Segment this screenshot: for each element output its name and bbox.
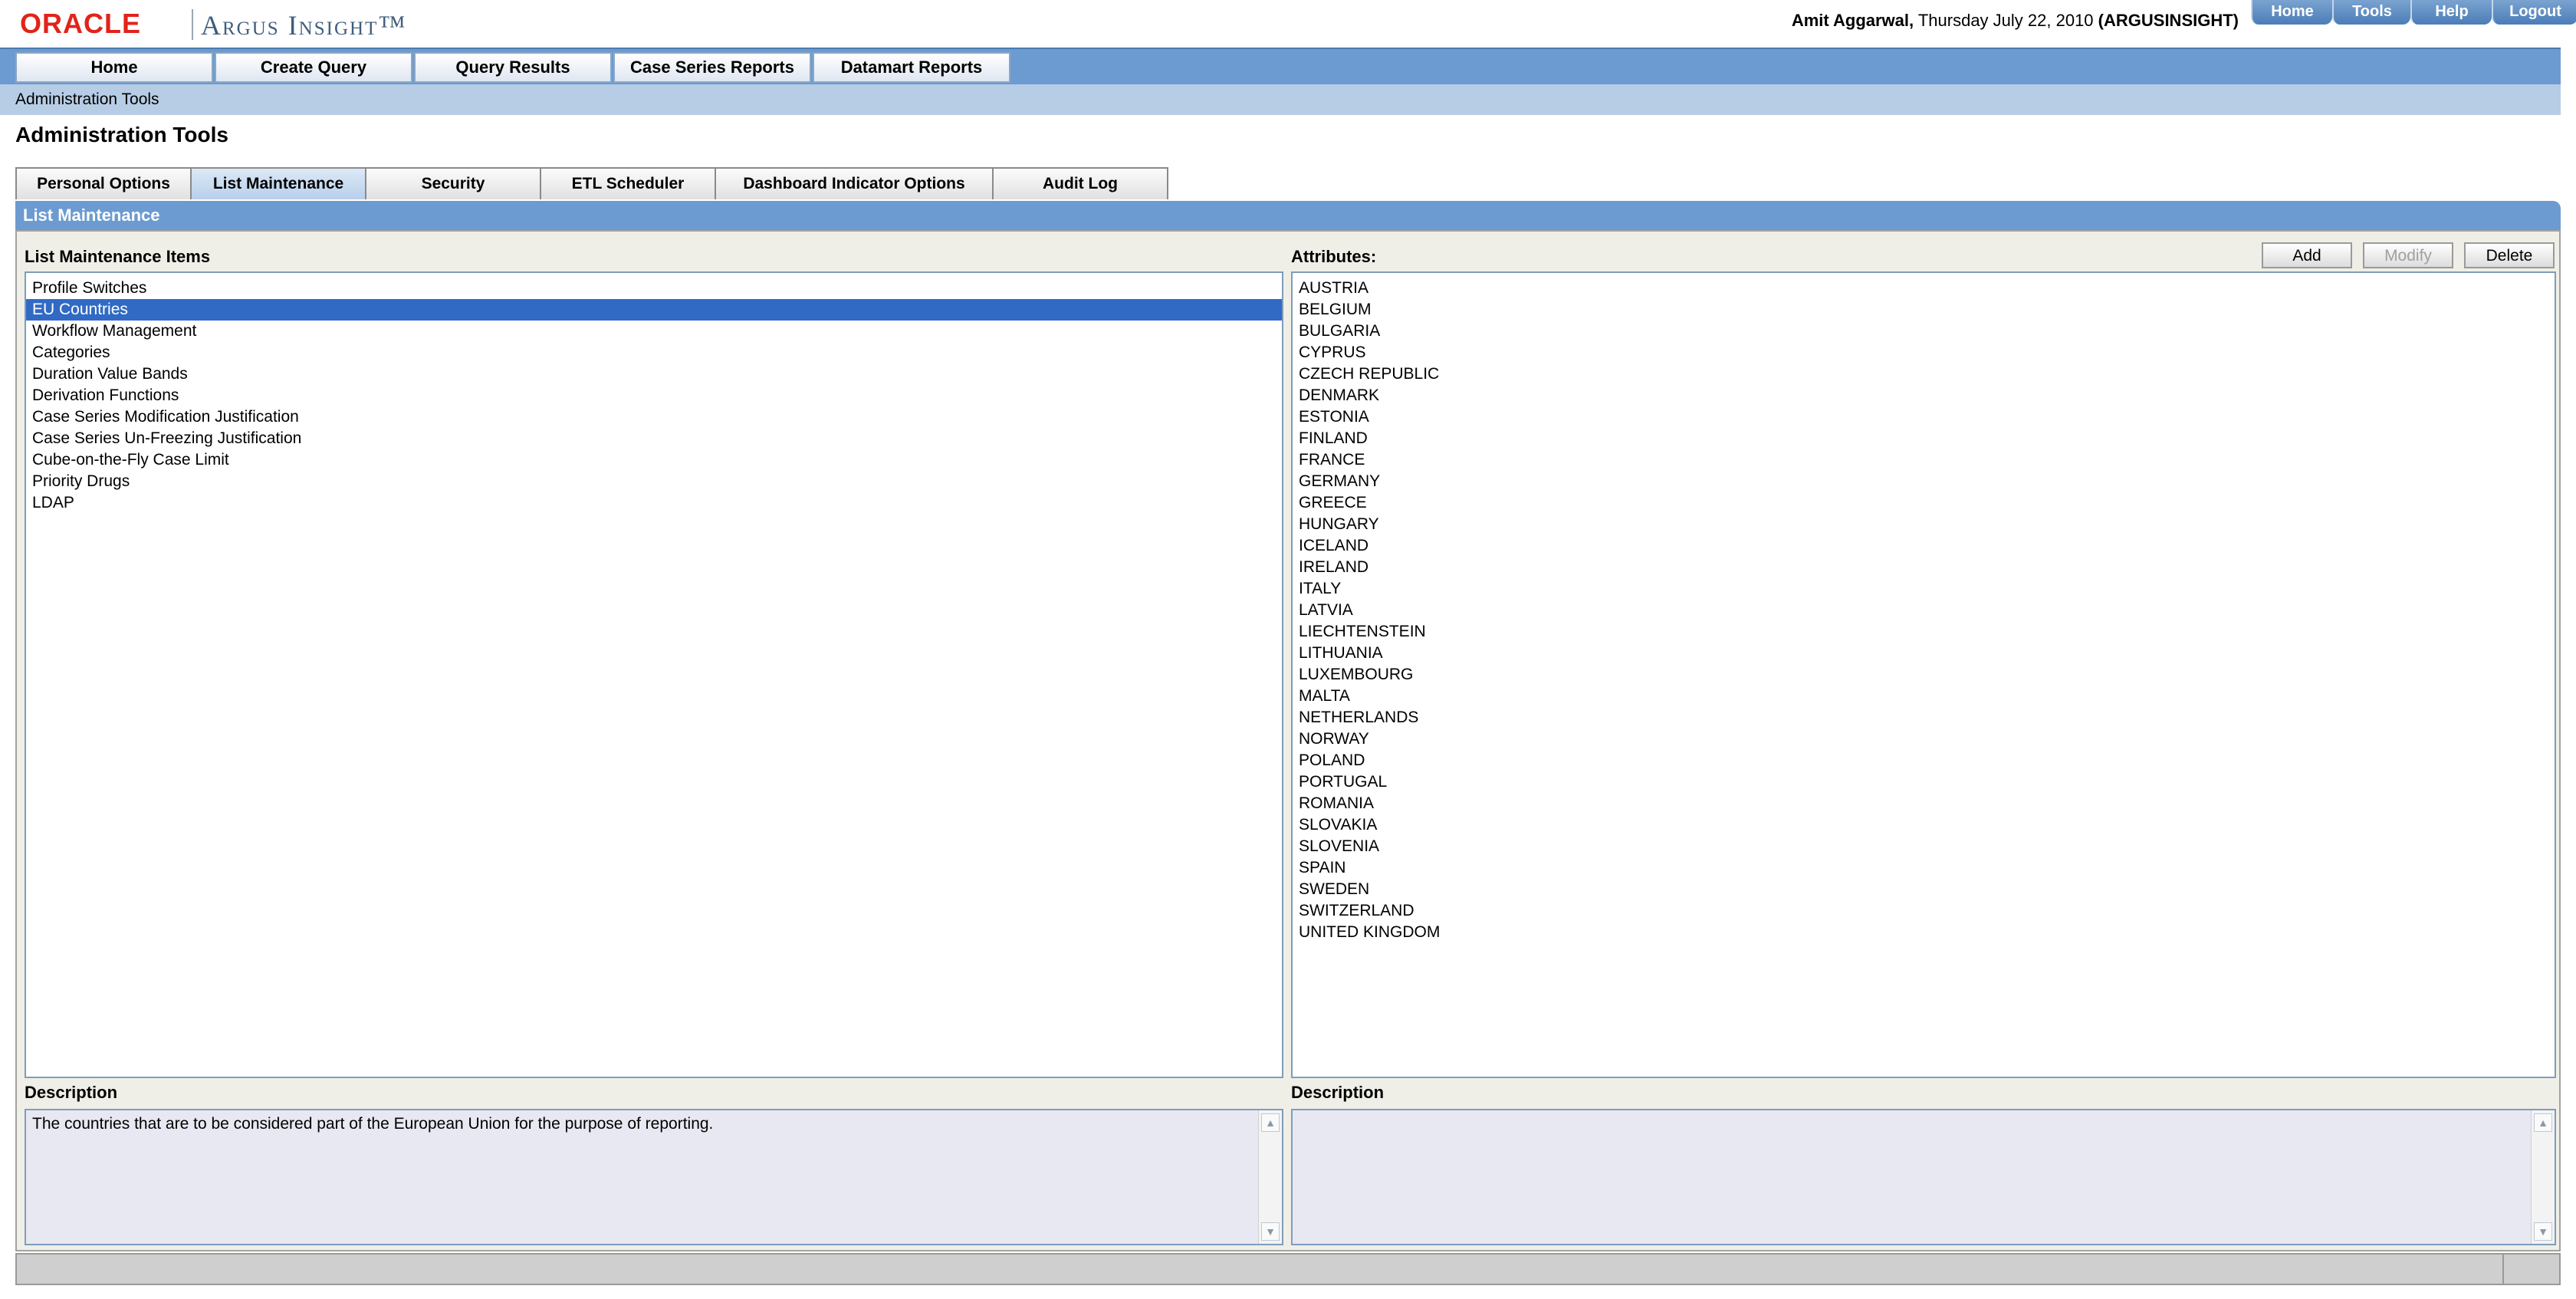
- breadcrumb-bar: [0, 84, 2561, 115]
- delete-button[interactable]: Delete: [2464, 242, 2555, 268]
- attribute-item[interactable]: MALTA: [1293, 686, 2555, 707]
- attribute-item[interactable]: FRANCE: [1293, 449, 2555, 471]
- attribute-item[interactable]: NORWAY: [1293, 728, 2555, 750]
- list-item-ldap[interactable]: LDAP: [26, 492, 1282, 514]
- logo-divider: [192, 9, 193, 40]
- left-description-label: Description: [25, 1083, 118, 1102]
- attribute-item[interactable]: LIECHTENSTEIN: [1293, 621, 2555, 643]
- attributes-list[interactable]: AUSTRIA BELGIUM BULGARIA CYPRUS CZECH RE…: [1291, 271, 2556, 1078]
- left-description-scrollbar[interactable]: ▲ ▼: [1258, 1110, 1282, 1244]
- product-logo: Argus Insight™: [201, 10, 407, 41]
- panel-title: List Maintenance: [15, 201, 2561, 230]
- add-button[interactable]: Add: [2262, 242, 2352, 268]
- scroll-down-icon[interactable]: ▼: [2534, 1222, 2552, 1241]
- attribute-item[interactable]: IRELAND: [1293, 557, 2555, 578]
- list-item-case-series-unfreezing-justification[interactable]: Case Series Un-Freezing Justification: [26, 428, 1282, 449]
- attribute-item[interactable]: ICELAND: [1293, 535, 2555, 557]
- instance-name: (ARGUSINSIGHT): [2098, 11, 2239, 30]
- attribute-item[interactable]: SPAIN: [1293, 857, 2555, 879]
- user-info: Amit Aggarwal, Thursday July 22, 2010 (A…: [1792, 11, 2239, 31]
- attribute-item[interactable]: FINLAND: [1293, 428, 2555, 449]
- tab-etl-scheduler[interactable]: ETL Scheduler: [540, 167, 716, 199]
- attribute-item[interactable]: UNITED KINGDOM: [1293, 922, 2555, 943]
- attribute-item[interactable]: HUNGARY: [1293, 514, 2555, 535]
- tab-audit-log[interactable]: Audit Log: [992, 167, 1168, 199]
- current-date: Thursday July 22, 2010: [1914, 11, 2098, 30]
- user-name: Amit Aggarwal,: [1791, 11, 1914, 30]
- main-nav: Home Create Query Query Results Case Ser…: [0, 48, 2561, 84]
- right-description-scrollbar[interactable]: ▲ ▼: [2531, 1110, 2555, 1244]
- attribute-item[interactable]: POLAND: [1293, 750, 2555, 771]
- top-links: Home Tools Help Logout: [2251, 0, 2576, 26]
- list-item-case-series-modification-justification[interactable]: Case Series Modification Justification: [26, 406, 1282, 428]
- left-description-field[interactable]: The countries that are to be considered …: [25, 1109, 1283, 1245]
- attribute-item[interactable]: SWITZERLAND: [1293, 900, 2555, 922]
- nav-create-query[interactable]: Create Query: [215, 52, 412, 83]
- right-description-label: Description: [1291, 1083, 1385, 1102]
- status-bar: [15, 1253, 2561, 1285]
- right-description-field[interactable]: ▲ ▼: [1291, 1109, 2556, 1245]
- items-label: List Maintenance Items: [25, 247, 211, 266]
- list-item-categories[interactable]: Categories: [26, 342, 1282, 363]
- top-link-help[interactable]: Help: [2410, 0, 2492, 25]
- page-title: Administration Tools: [15, 123, 228, 146]
- nav-query-results[interactable]: Query Results: [414, 52, 612, 83]
- nav-datamart-reports[interactable]: Datamart Reports: [813, 52, 1010, 83]
- list-item-workflow-management[interactable]: Workflow Management: [26, 321, 1282, 342]
- nav-case-series-reports[interactable]: Case Series Reports: [613, 52, 811, 83]
- attribute-item[interactable]: LUXEMBOURG: [1293, 664, 2555, 686]
- attribute-item[interactable]: DENMARK: [1293, 385, 2555, 406]
- left-description-text: The countries that are to be considered …: [32, 1115, 714, 1133]
- attribute-item[interactable]: BULGARIA: [1293, 321, 2555, 342]
- list-item-duration-value-bands[interactable]: Duration Value Bands: [26, 363, 1282, 385]
- scroll-up-icon[interactable]: ▲: [1261, 1113, 1280, 1132]
- items-list[interactable]: Profile Switches EU Countries Workflow M…: [25, 271, 1283, 1078]
- tab-personal-options[interactable]: Personal Options: [15, 167, 192, 199]
- tab-security[interactable]: Security: [365, 167, 541, 199]
- attribute-item[interactable]: CZECH REPUBLIC: [1293, 363, 2555, 385]
- status-bar-divider: [2502, 1255, 2504, 1284]
- attributes-label: Attributes:: [1291, 247, 1377, 266]
- attribute-item[interactable]: GREECE: [1293, 492, 2555, 514]
- attribute-item[interactable]: LATVIA: [1293, 600, 2555, 621]
- list-item-derivation-functions[interactable]: Derivation Functions: [26, 385, 1282, 406]
- scroll-up-icon[interactable]: ▲: [2534, 1113, 2552, 1132]
- top-link-tools[interactable]: Tools: [2332, 0, 2410, 25]
- breadcrumb: Administration Tools: [15, 90, 159, 108]
- attribute-item[interactable]: ROMANIA: [1293, 793, 2555, 814]
- nav-home[interactable]: Home: [15, 52, 213, 83]
- top-link-home[interactable]: Home: [2251, 0, 2332, 25]
- attribute-item[interactable]: SLOVENIA: [1293, 836, 2555, 857]
- modify-button[interactable]: Modify: [2363, 242, 2453, 268]
- attribute-item[interactable]: BELGIUM: [1293, 299, 2555, 321]
- attribute-item[interactable]: PORTUGAL: [1293, 771, 2555, 793]
- attribute-item[interactable]: GERMANY: [1293, 471, 2555, 492]
- list-item-cube-on-the-fly-case-limit[interactable]: Cube-on-the-Fly Case Limit: [26, 449, 1282, 471]
- tab-list-maintenance[interactable]: List Maintenance: [190, 167, 366, 199]
- list-item-profile-switches[interactable]: Profile Switches: [26, 278, 1282, 299]
- attribute-item[interactable]: CYPRUS: [1293, 342, 2555, 363]
- list-item-priority-drugs[interactable]: Priority Drugs: [26, 471, 1282, 492]
- scroll-down-icon[interactable]: ▼: [1261, 1222, 1280, 1241]
- tab-dashboard-indicator-options[interactable]: Dashboard Indicator Options: [715, 167, 994, 199]
- top-link-logout[interactable]: Logout: [2492, 0, 2576, 25]
- attribute-item[interactable]: SLOVAKIA: [1293, 814, 2555, 836]
- attribute-item[interactable]: SWEDEN: [1293, 879, 2555, 900]
- attribute-item[interactable]: AUSTRIA: [1293, 278, 2555, 299]
- attribute-item[interactable]: ESTONIA: [1293, 406, 2555, 428]
- attribute-item[interactable]: LITHUANIA: [1293, 643, 2555, 664]
- oracle-logo: ORACLE: [20, 8, 141, 39]
- list-item-eu-countries[interactable]: EU Countries: [26, 299, 1282, 321]
- attribute-item[interactable]: NETHERLANDS: [1293, 707, 2555, 728]
- attribute-item[interactable]: ITALY: [1293, 578, 2555, 600]
